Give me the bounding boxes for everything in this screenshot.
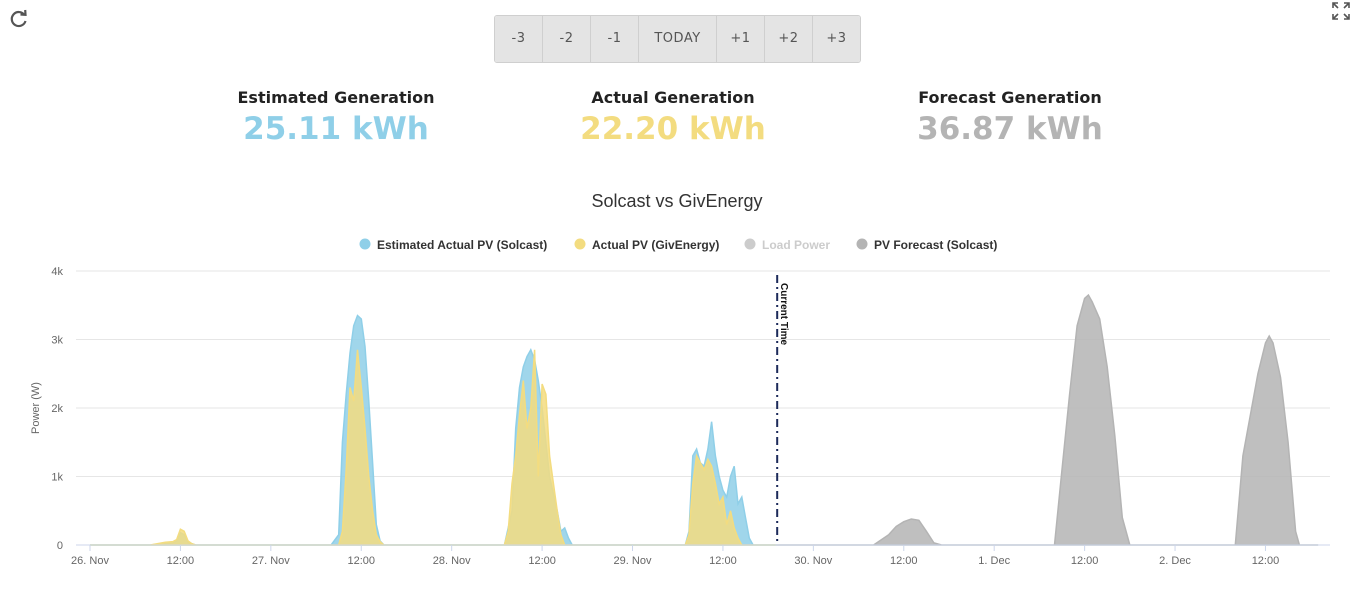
x-tick-label: 26. Nov bbox=[71, 555, 109, 567]
y-tick-label: 2k bbox=[51, 403, 63, 415]
y-axis-label: Power (W) bbox=[30, 382, 42, 434]
x-tick-label: 2. Dec bbox=[1159, 555, 1191, 567]
x-tick-label: 12:00 bbox=[167, 555, 195, 567]
legend-item[interactable]: Load Power bbox=[744, 238, 831, 252]
legend-label: Actual PV (GivEnergy) bbox=[592, 238, 719, 252]
y-tick-label: 0 bbox=[57, 540, 63, 552]
series-area bbox=[90, 314, 776, 546]
legend-item[interactable]: Estimated Actual PV (Solcast) bbox=[359, 238, 548, 252]
series-area bbox=[90, 349, 776, 546]
legend-item[interactable]: PV Forecast (Solcast) bbox=[856, 238, 998, 252]
x-tick-label: 12:00 bbox=[1071, 555, 1099, 567]
legend-marker bbox=[856, 238, 868, 250]
x-tick-label: 29. Nov bbox=[614, 555, 652, 567]
x-tick-label: 12:00 bbox=[528, 555, 556, 567]
legend-marker bbox=[744, 238, 756, 250]
y-tick-label: 1k bbox=[51, 472, 63, 484]
y-tick-label: 4k bbox=[51, 266, 63, 278]
chart-series bbox=[90, 293, 1319, 546]
chart-title: Solcast vs GivEnergy bbox=[591, 191, 762, 211]
chart-legend: Estimated Actual PV (Solcast) Actual PV (… bbox=[359, 238, 998, 252]
current-time-label: Current Time bbox=[778, 283, 789, 345]
x-tick-label: 12:00 bbox=[709, 555, 737, 567]
legend-label: Load Power bbox=[762, 238, 830, 252]
x-tick-label: 1. Dec bbox=[978, 555, 1010, 567]
x-tick-label: 12:00 bbox=[890, 555, 918, 567]
x-tick-label: 30. Nov bbox=[794, 555, 832, 567]
series-area bbox=[775, 293, 1319, 546]
x-tick-label: 12:00 bbox=[347, 555, 375, 567]
x-tick-label: 28. Nov bbox=[433, 555, 471, 567]
legend-marker bbox=[359, 238, 371, 250]
generation-chart: Solcast vs GivEnergy Estimated Actual PV… bbox=[30, 191, 1330, 567]
legend-item[interactable]: Actual PV (GivEnergy) bbox=[574, 238, 720, 252]
y-tick-label: 3k bbox=[51, 335, 63, 347]
legend-label: Estimated Actual PV (Solcast) bbox=[377, 238, 547, 252]
legend-marker bbox=[574, 238, 586, 250]
x-tick-label: 27. Nov bbox=[252, 555, 290, 567]
x-tick-label: 12:00 bbox=[1252, 555, 1280, 567]
legend-label: PV Forecast (Solcast) bbox=[874, 238, 997, 252]
